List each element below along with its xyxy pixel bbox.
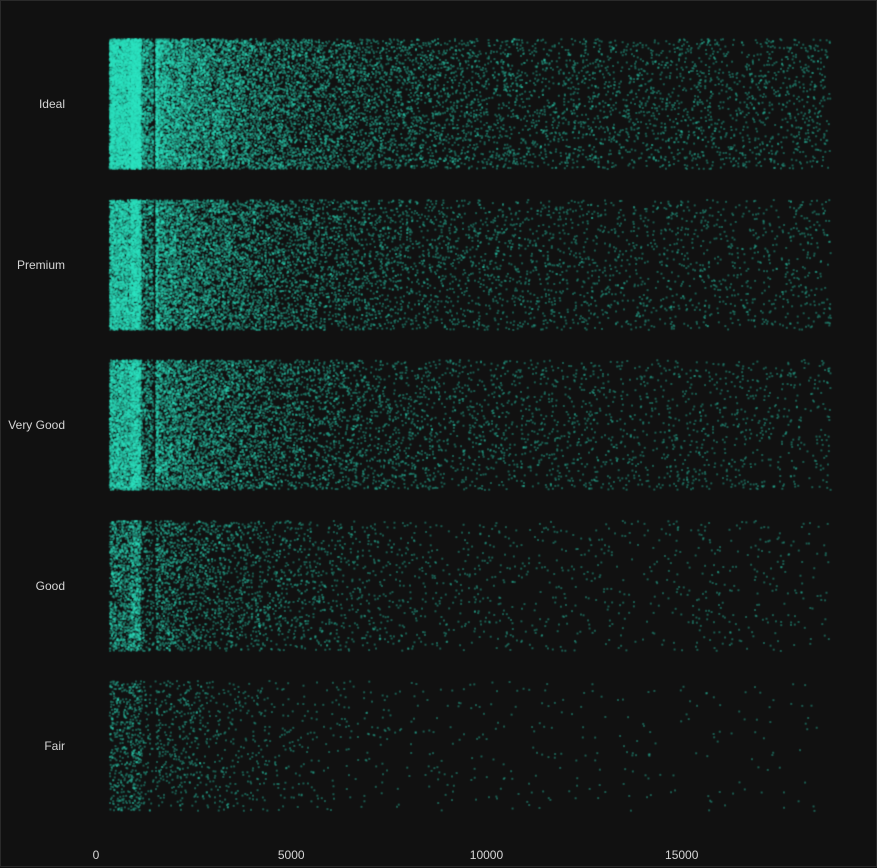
x-tick-label-10000: 10000	[470, 848, 504, 862]
x-tick-label-0: 0	[93, 848, 100, 862]
y-tick-label-fair: Fair	[44, 739, 65, 753]
y-tick-label-premium: Premium	[17, 258, 65, 272]
y-tick-label-very-good: Very Good	[8, 418, 65, 432]
axis-overlay: Ideal Premium Very Good Good Fair 0 5000 10000 1…	[8, 97, 699, 862]
x-tick-label-5000: 5000	[278, 848, 305, 862]
chart: Ideal Premium Very Good Good Fair 0 5000 10000 1…	[0, 0, 877, 868]
x-tick-label-15000: 15000	[665, 848, 699, 862]
y-tick-label-good: Good	[36, 579, 65, 593]
y-tick-label-ideal: Ideal	[39, 97, 65, 111]
